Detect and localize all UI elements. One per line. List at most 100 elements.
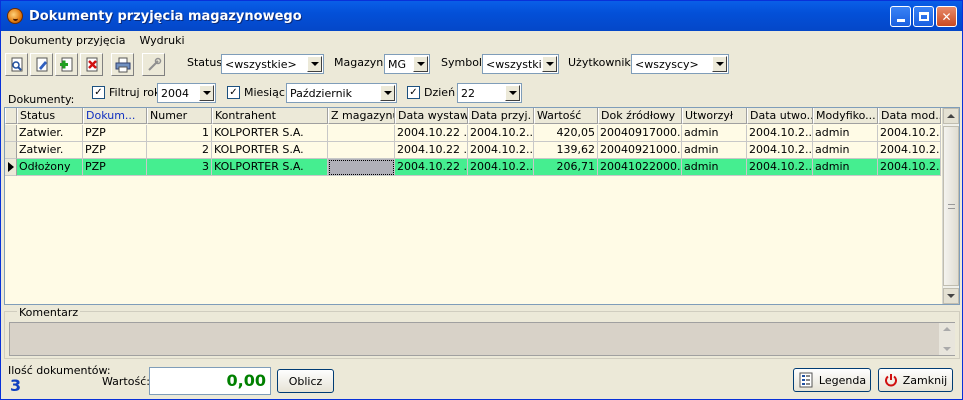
dokumenty-label: Dokumenty: [8, 93, 75, 106]
column-header-data-modyfikacji[interactable]: Data mod... [878, 108, 941, 124]
column-header-numer[interactable]: Numer [147, 108, 212, 124]
row-indicator[interactable] [5, 159, 17, 176]
cell-modyfikowal: admin [813, 142, 878, 159]
cell-wartosc: 420,05 [534, 125, 598, 142]
column-header-modyfikowal[interactable]: Modyfiko... [813, 108, 878, 124]
status-select[interactable]: <wszystkie> [221, 54, 324, 74]
cell-kontrahent: KOLPORTER S.A. [212, 125, 328, 142]
view-document-button[interactable] [5, 53, 28, 76]
cell-z-magazynu-focused[interactable] [328, 159, 395, 176]
chevron-down-icon[interactable] [413, 56, 428, 72]
print-button[interactable] [111, 53, 134, 76]
chevron-down-icon [947, 294, 955, 298]
oblicz-label: Oblicz [288, 374, 323, 388]
symbol-select[interactable]: <wszystkie> [482, 54, 559, 74]
cell-data-przyj: 2004.10.2... [468, 159, 534, 176]
document-count-value: 3 [10, 376, 22, 395]
dzien-checkbox[interactable]: ✓ [407, 86, 420, 99]
cell-data-modyfikacji: 2004.10.2... [878, 159, 941, 176]
miesiac-select[interactable]: Październik [286, 83, 397, 103]
cell-data-wystaw: 2004.10.22 ... [395, 159, 468, 176]
maximize-icon [918, 12, 929, 21]
cell-kontrahent: KOLPORTER S.A. [212, 142, 328, 159]
cell-z-magazynu [328, 125, 395, 142]
cell-status: Odłożony [17, 159, 83, 176]
window-title: Dokumenty przyjęcia magazynowego [29, 8, 302, 24]
cell-numer: 1 [147, 125, 212, 142]
value-field[interactable]: 0,00 [149, 367, 271, 395]
table-row[interactable]: Zatwier. PZP 1 KOLPORTER S.A. 2004.10.22… [5, 125, 941, 142]
column-header-utworzyl[interactable]: Utworzył [682, 108, 747, 124]
menu-wydruki[interactable]: Wydruki [139, 34, 184, 47]
chevron-down-icon[interactable] [712, 56, 727, 72]
user-select[interactable]: <wszyscy> [631, 54, 729, 74]
legenda-button[interactable]: Legenda [793, 368, 871, 392]
documents-grid[interactable]: Status Dokum... Numer Kontrahent Z magaz… [4, 107, 960, 305]
indicator-header [5, 108, 17, 124]
grid-vertical-scrollbar[interactable] [942, 108, 959, 304]
comment-scrollbar[interactable] [939, 323, 955, 355]
column-header-wartosc[interactable]: Wartość [534, 108, 598, 124]
table-row[interactable]: Zatwier. PZP 2 KOLPORTER S.A. 2004.10.22… [5, 142, 941, 159]
power-icon [884, 374, 897, 387]
column-header-kontrahent[interactable]: Kontrahent [212, 108, 328, 124]
cell-utworzyl: admin [682, 125, 747, 142]
chevron-down-icon[interactable] [542, 56, 557, 72]
comment-textarea[interactable] [9, 322, 955, 356]
chevron-down-icon[interactable] [943, 347, 951, 351]
zamknij-label: Zamknij [902, 373, 948, 387]
minimize-button[interactable] [890, 6, 911, 27]
menu-dokumenty-przyjecia[interactable]: Dokumenty przyjęcia [9, 34, 125, 47]
maximize-button[interactable] [913, 6, 934, 27]
scroll-up-button[interactable] [943, 108, 959, 124]
column-header-data-utworzenia[interactable]: Data utwo... [747, 108, 813, 124]
miesiac-checkbox[interactable]: ✓ [227, 86, 240, 99]
delete-document-button[interactable] [80, 53, 103, 76]
dzien-select[interactable]: 22 [457, 83, 522, 103]
toolbar: Status: <wszystkie> Magazyn: MG Symbol: … [1, 50, 962, 80]
delete-document-icon [86, 57, 97, 71]
chevron-down-icon[interactable] [380, 85, 395, 101]
menu-bar: Dokumenty przyjęcia Wydruki [1, 31, 962, 49]
column-header-status[interactable]: Status [17, 108, 83, 124]
chevron-up-icon[interactable] [943, 327, 951, 331]
user-label: Użytkownik: [568, 56, 635, 69]
cell-data-modyfikacji: 2004.10.2... [878, 125, 941, 142]
filtruj-rok-checkbox[interactable]: ✓ [92, 86, 105, 99]
table-row-selected[interactable]: Odłożony PZP 3 KOLPORTER S.A. 2004.10.22… [5, 159, 941, 176]
title-bar[interactable]: Dokumenty przyjęcia magazynowego ✕ [1, 1, 962, 31]
dzien-value: 22 [461, 86, 475, 100]
document-count-label: Ilość dokumentów: [8, 364, 111, 377]
column-header-dokument[interactable]: Dokum... [83, 108, 147, 124]
rok-value: 2004 [161, 86, 189, 100]
comment-group: Komentarz [4, 306, 960, 359]
chevron-down-icon[interactable] [505, 85, 520, 101]
cell-kontrahent: KOLPORTER S.A. [212, 159, 328, 176]
cell-numer: 3 [147, 159, 212, 176]
rok-select[interactable]: 2004 [157, 83, 216, 103]
cell-data-wystaw: 2004.10.22 ... [395, 125, 468, 142]
row-indicator[interactable] [5, 125, 17, 142]
cell-status: Zatwier. [17, 125, 83, 142]
scroll-down-button[interactable] [943, 288, 959, 304]
cell-modyfikowal: admin [813, 159, 878, 176]
tools-button[interactable] [142, 53, 165, 76]
edit-document-button[interactable] [30, 53, 53, 76]
column-header-z-magazynu[interactable]: Z magazynu [328, 108, 395, 124]
scroll-thumb[interactable] [943, 126, 959, 286]
add-document-button[interactable] [55, 53, 78, 76]
oblicz-button[interactable]: Oblicz [277, 369, 334, 393]
column-header-dok-zrodlowy[interactable]: Dok źródłowy [598, 108, 682, 124]
column-header-data-przyj[interactable]: Data przyj. [468, 108, 534, 124]
magazyn-label: Magazyn: [334, 56, 387, 69]
close-window-button[interactable]: ✕ [936, 6, 957, 27]
column-header-data-wystaw[interactable]: Data wystaw. [395, 108, 468, 124]
chevron-down-icon[interactable] [307, 56, 322, 72]
magazyn-select[interactable]: MG [384, 54, 430, 74]
edit-document-icon [36, 57, 47, 71]
row-indicator[interactable] [5, 142, 17, 159]
tools-icon [147, 57, 161, 71]
zamknij-button[interactable]: Zamknij [878, 368, 953, 392]
cell-dokument: PZP [83, 125, 147, 142]
chevron-down-icon[interactable] [199, 85, 214, 101]
